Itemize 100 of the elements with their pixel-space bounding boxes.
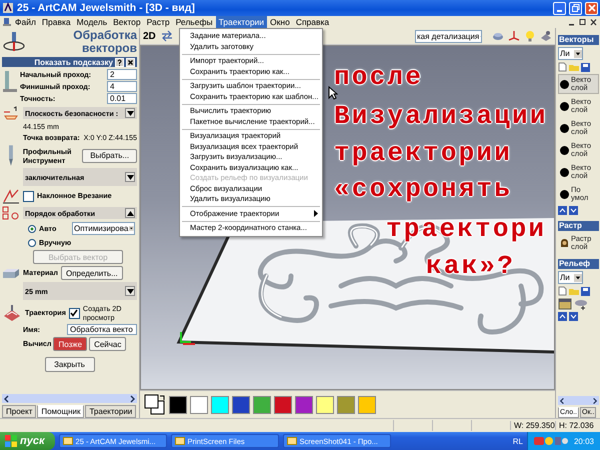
color-swatch[interactable] [358, 396, 376, 414]
shading-icon[interactable] [492, 30, 504, 42]
drill-icon [2, 31, 26, 53]
panel-header-text: Векторы [559, 35, 594, 44]
foreground-background-color-icon[interactable] [144, 394, 166, 416]
axes-icon[interactable] [508, 30, 520, 42]
scroll-right-icon[interactable] [128, 394, 136, 402]
relief-filter-dropdown[interactable]: Ли [558, 271, 583, 284]
submenu-arrow-icon[interactable] [314, 210, 318, 218]
menu-bar-item[interactable]: Справка [292, 16, 332, 28]
annotation-text: «сохронять [334, 176, 512, 202]
save-icon[interactable] [581, 286, 590, 296]
scroll-right-icon[interactable] [591, 396, 598, 404]
menu-bar-item[interactable]: Вектор [110, 16, 144, 28]
horizontal-scrollbar[interactable] [2, 394, 137, 403]
menu-bar-item[interactable]: Правка [38, 16, 74, 28]
color-swatch[interactable] [232, 396, 250, 414]
collapse-button[interactable] [125, 208, 135, 218]
help-icon[interactable] [115, 58, 124, 66]
collapse-button[interactable] [125, 108, 135, 118]
panel-title: Обработка векторов [72, 29, 137, 55]
number-field[interactable]: 4 [107, 81, 137, 92]
radio-button[interactable] [28, 224, 36, 232]
number-field[interactable]: 0.01 [107, 93, 137, 104]
color-swatch[interactable] [253, 396, 271, 414]
color-swatch[interactable] [211, 396, 229, 414]
menu-bar-item[interactable]: Рельефы [172, 16, 216, 28]
move-up-icon[interactable] [558, 206, 567, 215]
window-icon [62, 436, 73, 446]
relief-image-icon[interactable] [558, 298, 572, 310]
panel-header-text: Растр [559, 221, 582, 230]
annotation-text: как»? [426, 253, 516, 279]
safe-plane-icon [2, 106, 20, 120]
number-field[interactable]: 2 [107, 69, 137, 80]
menu-bar-item[interactable]: Файл [12, 16, 39, 28]
panel-tab[interactable]: Траектории [85, 405, 136, 418]
new-file-icon[interactable] [558, 286, 567, 296]
move-down-icon[interactable] [569, 312, 578, 321]
window-icon [286, 436, 297, 446]
color-swatch[interactable] [316, 396, 334, 414]
window-title: 25 - ArtCAM Jewelsmith - [3D - вид] [17, 2, 195, 14]
relief-tool-icon[interactable] [574, 298, 588, 310]
light-bulb-icon[interactable] [524, 30, 536, 42]
hint-bar[interactable]: Показать подсказку [2, 57, 137, 67]
panel-tab[interactable]: Помощник [37, 405, 84, 418]
define-material-button[interactable]: Определить... [60, 266, 123, 280]
material-block-icon [2, 267, 20, 279]
annotation-text: Визуализации [334, 103, 548, 129]
menu-bar-item[interactable]: Траектории [216, 16, 268, 28]
annotation-text: после [334, 64, 424, 90]
panel-header-text: Рельеф [559, 259, 590, 268]
move-down-icon[interactable] [569, 206, 578, 215]
new-file-icon[interactable] [558, 62, 567, 72]
radio-button[interactable] [28, 238, 36, 246]
checkbox[interactable] [23, 190, 34, 202]
swap-arrows-icon[interactable] [160, 30, 174, 42]
restore-icon[interactable] [572, 4, 580, 12]
status-width: W: 259.350 [510, 421, 555, 430]
color-swatch[interactable] [337, 396, 355, 414]
menu-bar-item[interactable]: Окно [267, 16, 293, 28]
app-icon [2, 17, 12, 27]
menu-bar-item[interactable]: Модель [74, 16, 110, 28]
close-button[interactable] [585, 2, 598, 14]
save-icon[interactable] [581, 62, 590, 72]
color-swatch[interactable] [295, 396, 313, 414]
color-swatch[interactable] [274, 396, 292, 414]
checkbox[interactable] [68, 308, 80, 318]
select-tool-button[interactable]: Выбрать... [82, 148, 137, 162]
render-settings-icon[interactable] [540, 30, 552, 42]
view-mode-button[interactable]: 2D [143, 30, 156, 42]
raster-layer-icon [560, 238, 569, 248]
color-swatch[interactable] [169, 396, 187, 414]
calculate-option-button[interactable]: Сейчас [89, 337, 126, 351]
order-mode-dropdown[interactable]: Оптимизирова [72, 222, 135, 235]
collapse-button[interactable] [125, 172, 135, 182]
scroll-left-icon[interactable] [3, 394, 11, 402]
move-up-icon[interactable] [558, 312, 567, 321]
minimize-button[interactable] [553, 2, 566, 14]
panel-tab[interactable]: Проект [2, 405, 36, 418]
clock: 20:03 [574, 436, 594, 446]
annotation-text: траектори [386, 216, 546, 242]
scroll-left-icon[interactable] [559, 396, 566, 404]
calculate-option-button[interactable]: Позже [53, 337, 88, 351]
color-swatch[interactable] [190, 396, 208, 414]
detail-dropdown[interactable]: кая детализация [415, 30, 482, 42]
maximize-button[interactable] [569, 2, 582, 14]
horizontal-scrollbar[interactable] [558, 396, 599, 405]
menu-bar-item[interactable]: Растр [144, 16, 173, 28]
app-icon [2, 2, 14, 14]
collapse-button[interactable] [125, 286, 135, 296]
hint-text[interactable]: Показать подсказку [4, 58, 113, 66]
tray-icons-drawing[interactable] [534, 436, 568, 446]
language-indicator[interactable]: RL [512, 436, 523, 446]
layer-filter-dropdown[interactable]: Ли [558, 47, 583, 60]
annotation-text: траектории [334, 140, 512, 166]
toolpath-icon [2, 304, 22, 322]
close-icon[interactable] [126, 58, 135, 66]
document-window-controls-icon[interactable] [568, 18, 598, 26]
close-panel-button[interactable]: Закрыть [44, 357, 94, 372]
name-field[interactable]: Обработка векто [67, 324, 137, 335]
